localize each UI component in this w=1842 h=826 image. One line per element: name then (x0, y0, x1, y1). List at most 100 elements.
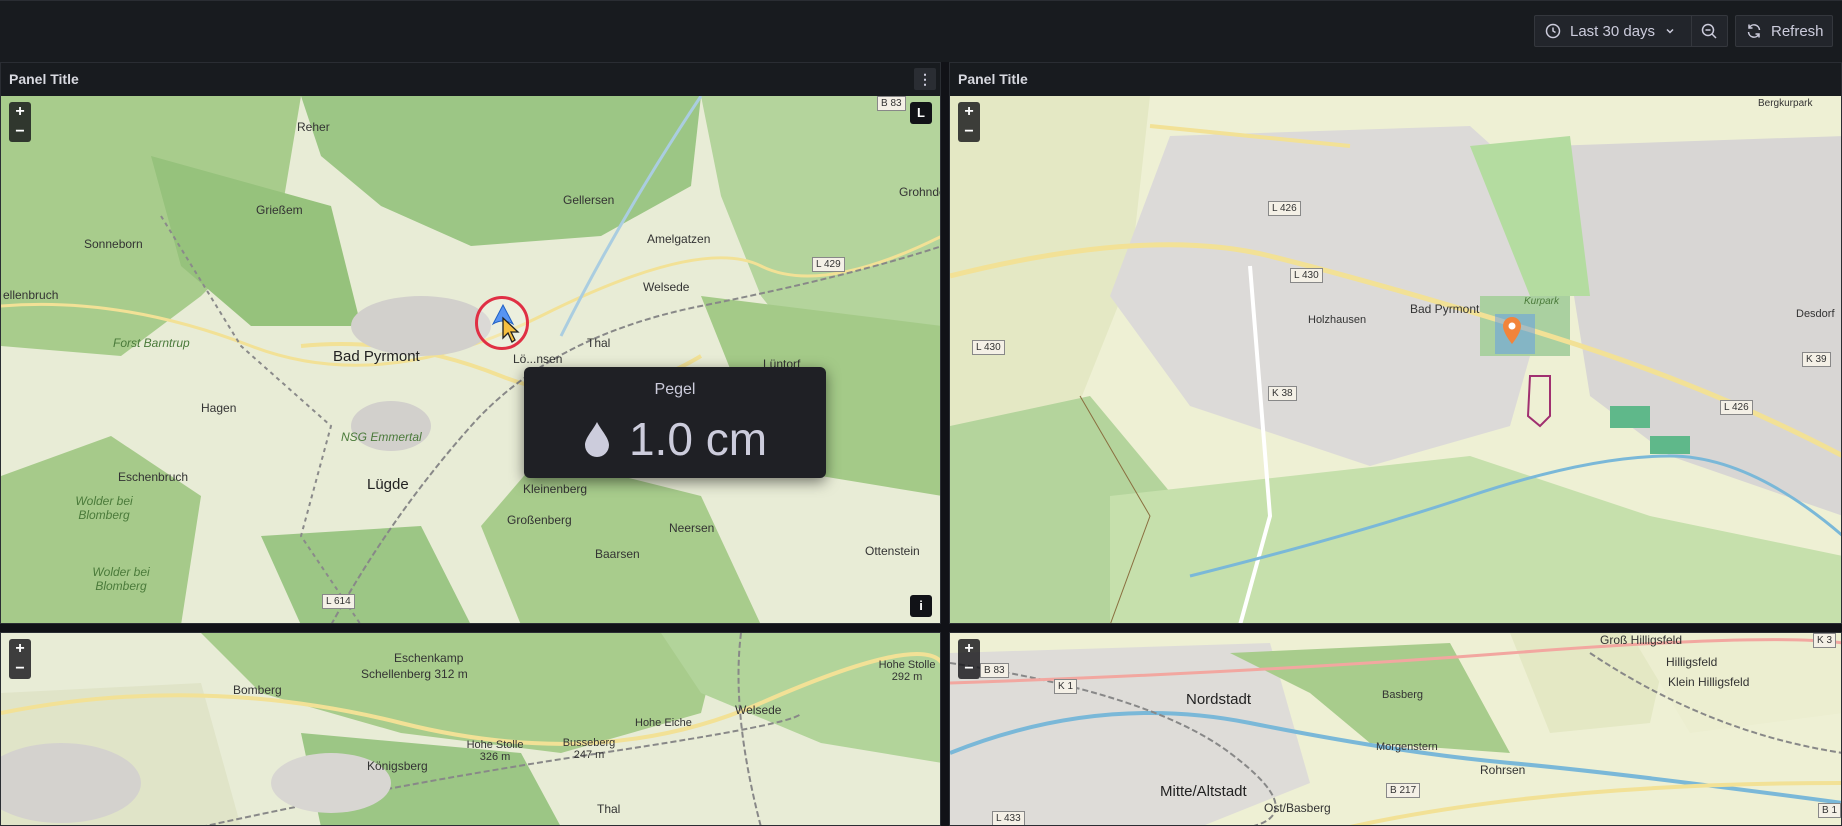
map-label: Holzhausen (1308, 314, 1367, 326)
map-label: Desdorf (1796, 308, 1835, 320)
zoom-out-button[interactable]: − (958, 122, 980, 142)
map-label: Eschenbruch (118, 470, 189, 484)
road-shield: B 217 (1386, 783, 1421, 798)
map-label: Thal (587, 336, 611, 350)
panel-top-right: Panel Title + − Bergkurpark Bad Pyrmont (949, 62, 1842, 624)
road-shield: B 83 (980, 663, 1009, 678)
refresh-button[interactable]: Refresh (1735, 15, 1833, 47)
map-label: Morgenstern (1376, 741, 1438, 753)
road-shield: L 614 (322, 594, 355, 609)
map-label: Busseberg 247 m (562, 737, 616, 761)
time-range-label: Last 30 days (1570, 22, 1656, 40)
map-label: Neersen (669, 521, 715, 535)
map-label: Reher (297, 120, 330, 134)
map-view[interactable]: + − L i Reher Grießem Gellersen Grohnde … (1, 96, 940, 623)
water-drop-icon (584, 422, 609, 457)
map-label: Schellenberg 312 m (361, 667, 468, 681)
info-badge[interactable]: i (910, 595, 932, 617)
road-shield: L 433 (992, 811, 1025, 825)
clock-icon (1545, 23, 1561, 39)
location-pin-icon[interactable] (1501, 316, 1523, 346)
zoom-control: + − (9, 102, 31, 142)
zoom-out-button[interactable]: − (958, 659, 980, 679)
map-label: Bad Pyrmont (1410, 302, 1480, 316)
map-label: Hohe Eiche (635, 717, 692, 729)
panel-bottom-right: + − Groß Hilligsfeld Hilligsfeld Klein H… (949, 632, 1842, 826)
map-label: Wolder bei Blomberg (75, 494, 133, 522)
road-shield: K 3 (1813, 633, 1837, 648)
zoom-in-button[interactable]: + (9, 102, 31, 122)
panel-header[interactable]: Panel Title ⋮ (1, 63, 940, 96)
map-tiles (1, 633, 940, 825)
map-label: Grießem (256, 203, 303, 217)
zoom-control: + − (958, 639, 980, 679)
zoom-control: + − (958, 102, 980, 142)
zoom-out-icon (1701, 23, 1717, 39)
panel-title: Panel Title (958, 71, 1028, 87)
map-label: Wolder bei Blomberg (92, 565, 150, 593)
panel-top-left: Panel Title ⋮ + − L i Reher Grießem Gell… (0, 62, 941, 624)
road-shield: L 426 (1720, 400, 1753, 415)
panel-header[interactable]: Panel Title (950, 63, 1841, 96)
map-tiles (950, 96, 1841, 623)
map-label: Gellersen (563, 193, 615, 207)
map-label: Hilligsfeld (1666, 655, 1718, 669)
road-shield: L 430 (972, 340, 1005, 355)
cursor-pointer-icon (502, 316, 520, 343)
zoom-in-button[interactable]: + (9, 639, 31, 659)
road-shield: K 38 (1268, 386, 1297, 401)
map-label: Nordstadt (1186, 691, 1252, 708)
tooltip-title: Pegel (654, 381, 696, 398)
map-label: Eschenkamp (394, 651, 464, 665)
zoom-in-button[interactable]: + (958, 639, 980, 659)
map-label: Klein Hilligsfeld (1668, 675, 1750, 689)
more-vertical-icon: ⋮ (918, 71, 932, 87)
road-shield: B 83 (877, 96, 906, 111)
map-tooltip: Pegel 1.0 cm (524, 367, 826, 478)
map-label: Basberg (1382, 689, 1423, 701)
zoom-in-button[interactable]: + (958, 102, 980, 122)
map-label: Lügde (367, 476, 409, 493)
map-label: Mitte/Altstadt (1160, 783, 1247, 800)
map-label: Hohe Stolle 326 m (466, 739, 524, 763)
tooltip-value: 1.0 cm (628, 413, 768, 465)
map-view[interactable]: + − Groß Hilligsfeld Hilligsfeld Klein H… (950, 633, 1841, 825)
map-label: Hagen (201, 401, 237, 415)
layer-badge[interactable]: L (910, 102, 932, 124)
panel-bottom-left: + − Eschenkamp Schellenberg 312 m Bomber… (0, 632, 941, 826)
map-view[interactable]: + − Eschenkamp Schellenberg 312 m Bomber… (1, 633, 940, 825)
zoom-out-button[interactable]: − (9, 122, 31, 142)
map-label: Bergkurpark (1758, 98, 1813, 109)
map-label: Groß Hilligsfeld (1600, 633, 1683, 647)
chevron-down-icon (1666, 28, 1674, 34)
map-label: Rohrsen (1480, 763, 1526, 777)
map-label: Grohnde (899, 185, 940, 199)
map-label: Ost/Basberg (1264, 801, 1331, 815)
map-label: Ottenstein (865, 544, 920, 558)
map-label: Bad Pyrmont (333, 348, 420, 365)
panel-gutter (0, 624, 1842, 632)
road-shield: L 429 (812, 257, 845, 272)
panel-gutter (941, 62, 949, 826)
map-label: Kurpark (1524, 296, 1560, 307)
road-shield: B 1 (1818, 803, 1841, 818)
map-label: ellenbruch (3, 288, 59, 302)
panel-menu-button[interactable]: ⋮ (914, 68, 936, 90)
map-label: Welsede (643, 280, 690, 294)
road-shield: K 39 (1802, 352, 1831, 367)
map-label: Amelgatzen (647, 232, 711, 246)
map-label: Forst Barntrup (113, 336, 190, 350)
refresh-label: Refresh (1771, 22, 1824, 40)
top-toolbar: Last 30 days Refresh (0, 0, 1842, 62)
map-view[interactable]: + − Bergkurpark Bad Pyrmont Holzhausen D… (950, 96, 1841, 623)
tooltip-value-row: 1.0 cm (524, 412, 826, 466)
map-label: Großenberg (507, 513, 572, 527)
zoom-out-button[interactable]: − (9, 659, 31, 679)
time-range-picker[interactable]: Last 30 days (1534, 15, 1692, 47)
zoom-out-time-button[interactable] (1692, 15, 1728, 47)
road-shield: K 1 (1054, 679, 1078, 694)
map-label: Lö...nsen (513, 352, 563, 366)
map-label: NSG Emmertal (341, 430, 422, 444)
refresh-icon (1747, 24, 1761, 38)
zoom-control: + − (9, 639, 31, 679)
